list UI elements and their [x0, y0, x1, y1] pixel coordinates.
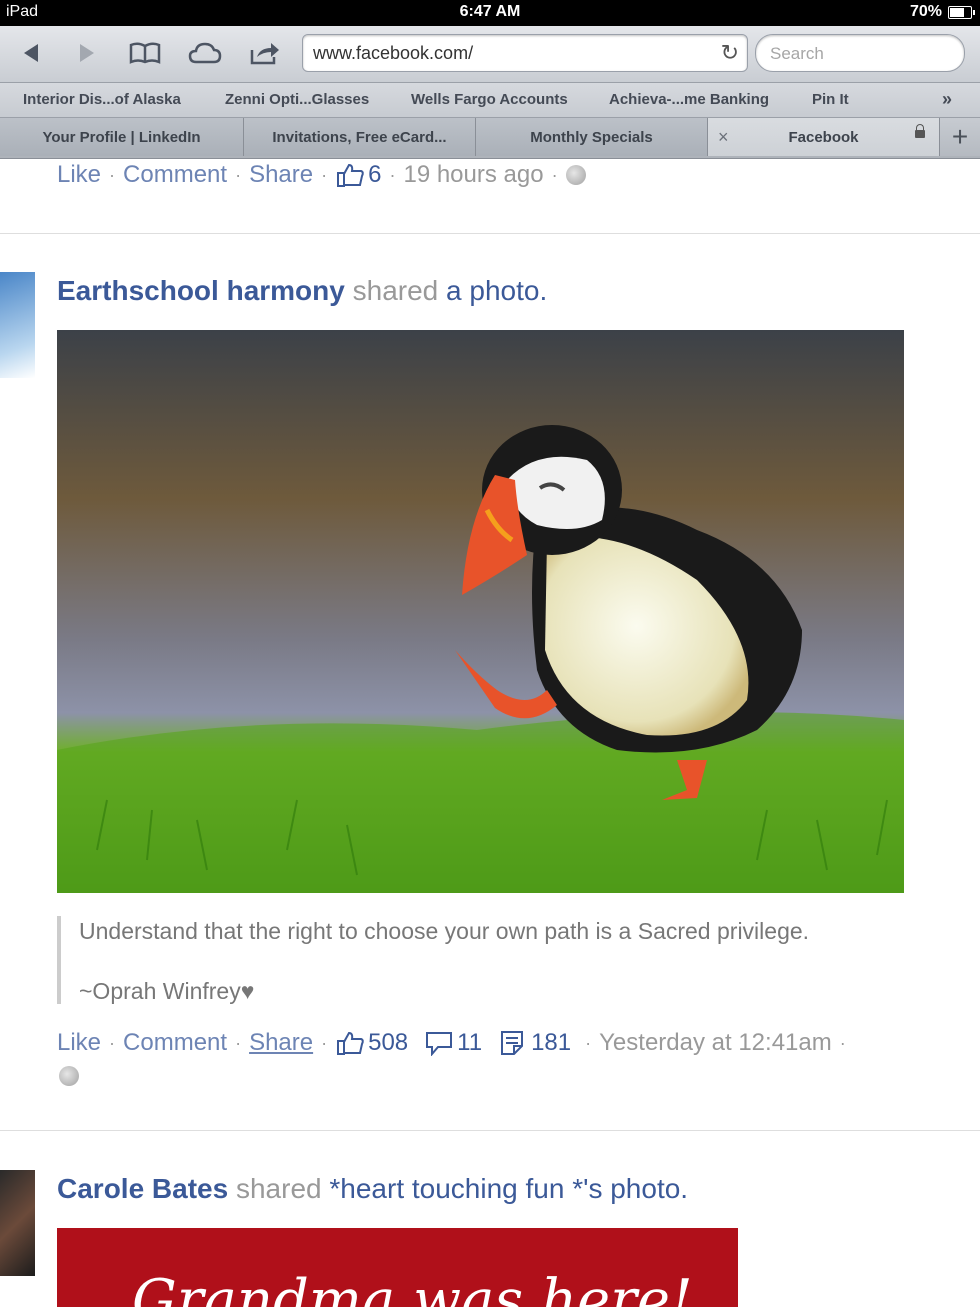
tab-bar: Your Profile | LinkedIn Invitations, Fre…: [0, 118, 980, 159]
tab-facebook[interactable]: × Facebook: [708, 118, 940, 156]
globe-icon: [59, 1066, 79, 1086]
clock: 6:47 AM: [459, 3, 521, 20]
browser-toolbar: www.facebook.com/ ↻ Search: [0, 26, 980, 83]
post-timestamp[interactable]: Yesterday at 12:41am: [599, 1029, 832, 1057]
bookmarks-bar: Interior Dis...of Alaska Zenni Opti...Gl…: [0, 83, 980, 118]
photo-text: Grandma was here!: [132, 1268, 693, 1307]
bookmark-item[interactable]: Zenni Opti...Glasses: [225, 91, 369, 108]
post-header: Carole Bates shared *heart touching fun …: [57, 1173, 688, 1205]
like-count[interactable]: 508: [335, 1029, 408, 1057]
icloud-tabs-icon[interactable]: [188, 36, 222, 70]
post-photo[interactable]: [57, 330, 904, 893]
tab-linkedin[interactable]: Your Profile | LinkedIn: [0, 118, 244, 156]
news-feed: Like · Comment · Share · 6 · 19 hours ag…: [0, 159, 980, 1307]
share-doc-icon: [501, 1031, 524, 1055]
share-count[interactable]: 181: [498, 1029, 571, 1057]
post-photo[interactable]: Grandma was here!: [57, 1228, 738, 1307]
bookmark-item[interactable]: Pin It: [812, 91, 849, 108]
globe-icon: [565, 165, 586, 185]
share-icon[interactable]: [248, 36, 282, 70]
more-bookmarks-icon[interactable]: »: [942, 89, 952, 110]
like-link[interactable]: Like: [57, 1029, 101, 1057]
post-separator: [0, 1130, 980, 1131]
battery-indicator: 70%: [909, 3, 975, 21]
comment-bubble-icon: [426, 1032, 453, 1056]
post-actions: Like · Comment · Share · 508 11 181 · Ye…: [57, 1029, 846, 1057]
reload-icon[interactable]: ↻: [721, 40, 739, 66]
close-tab-icon[interactable]: ×: [718, 127, 729, 148]
caption-attribution: ~Oprah Winfrey♥: [79, 978, 255, 1004]
new-tab-button[interactable]: +: [939, 118, 980, 156]
tab-label: Facebook: [788, 128, 859, 146]
share-link[interactable]: Share: [249, 1029, 313, 1057]
url-text: www.facebook.com/: [313, 43, 474, 63]
tab-monthly-specials[interactable]: Monthly Specials: [476, 118, 708, 156]
like-link[interactable]: Like: [57, 161, 101, 189]
comment-link[interactable]: Comment: [123, 161, 227, 189]
object-link[interactable]: *heart touching fun *'s photo.: [329, 1173, 688, 1204]
like-count[interactable]: 6: [335, 161, 381, 189]
avatar[interactable]: [0, 1170, 35, 1276]
author-name[interactable]: Carole Bates: [57, 1173, 228, 1204]
search-input[interactable]: Search: [755, 34, 965, 72]
status-bar: iPad 6:47 AM 70%: [0, 0, 980, 26]
bookmark-item[interactable]: Wells Fargo Accounts: [411, 91, 568, 108]
address-bar[interactable]: www.facebook.com/ ↻: [302, 34, 748, 72]
prev-post-actions: Like · Comment · Share · 6 · 19 hours ag…: [57, 161, 586, 189]
search-placeholder: Search: [770, 44, 824, 63]
tab-label: Your Profile | LinkedIn: [42, 128, 201, 146]
comment-link[interactable]: Comment: [123, 1029, 227, 1057]
back-icon[interactable]: [14, 36, 48, 70]
comment-count[interactable]: 11: [424, 1029, 482, 1057]
forward-icon[interactable]: [70, 36, 104, 70]
thumbs-up-icon: [337, 1031, 364, 1055]
share-link[interactable]: Share: [249, 161, 313, 189]
caption-quote: Understand that the right to choose your…: [79, 918, 810, 944]
battery-icon: [948, 5, 975, 19]
bookmarks-icon[interactable]: [128, 36, 162, 70]
battery-percent: 70%: [909, 3, 942, 20]
tab-invitations[interactable]: Invitations, Free eCard...: [244, 118, 476, 156]
tab-label: Monthly Specials: [530, 128, 653, 146]
post-timestamp[interactable]: 19 hours ago: [403, 161, 543, 189]
avatar[interactable]: [0, 272, 35, 378]
tab-label: Invitations, Free eCard...: [272, 128, 447, 146]
post-verb: shared: [352, 275, 439, 306]
lock-icon: [915, 124, 925, 138]
post-caption: Understand that the right to choose your…: [57, 916, 941, 1004]
bookmark-item[interactable]: Interior Dis...of Alaska: [23, 91, 181, 108]
post-separator: [0, 233, 980, 234]
thumbs-up-icon: [337, 163, 364, 187]
post-verb: shared: [235, 1173, 322, 1204]
object-link[interactable]: a photo.: [446, 275, 547, 306]
post-header: Earthschool harmony shared a photo.: [57, 275, 547, 307]
bookmark-item[interactable]: Achieva-...me Banking: [609, 91, 769, 108]
author-name[interactable]: Earthschool harmony: [57, 275, 345, 306]
